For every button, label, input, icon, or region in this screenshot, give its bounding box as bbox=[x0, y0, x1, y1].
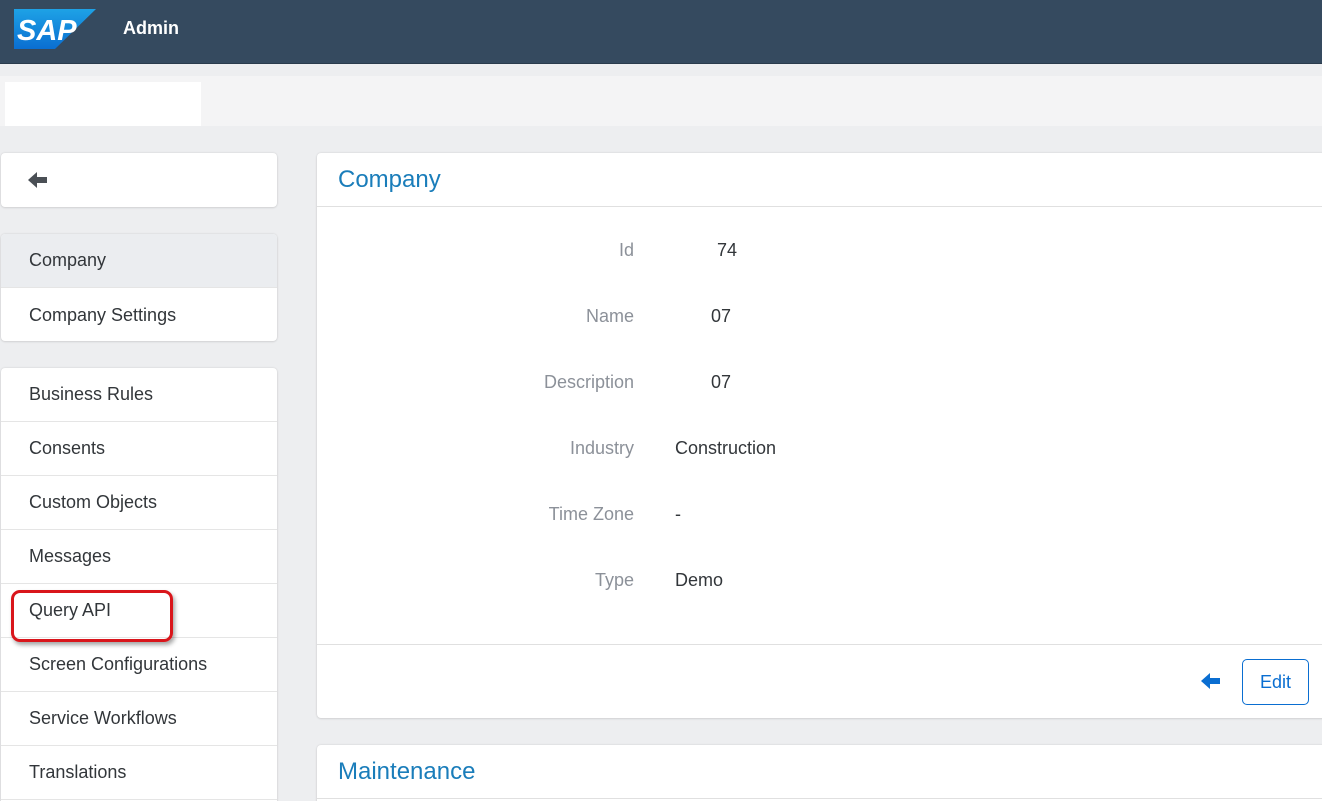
field-value-industry: Construction bbox=[675, 438, 777, 458]
nav-item-label: Business Rules bbox=[29, 384, 154, 404]
nav-item-label: Consents bbox=[29, 438, 106, 458]
nav-group-company: Company Company Settings bbox=[1, 234, 277, 341]
sub-header bbox=[0, 76, 1322, 126]
nav-item-label: Translations bbox=[29, 762, 127, 782]
field-value-time-zone: - bbox=[675, 504, 681, 524]
nav-group-tools: Business Rules Consents Custom Objects M… bbox=[1, 368, 277, 801]
nav-item-label: Query API bbox=[29, 600, 112, 620]
company-panel: Company Id 74 Name 07 Description 07 Ind… bbox=[317, 153, 1322, 718]
field-label-industry: Industry bbox=[569, 438, 634, 458]
shell-bar: SAP Admin bbox=[0, 0, 1322, 64]
field-label-id: Id bbox=[618, 240, 634, 260]
nav-item-label: Service Workflows bbox=[29, 708, 177, 728]
nav-item-label: Messages bbox=[29, 546, 112, 566]
nav-item-translations[interactable]: Translations bbox=[1, 746, 277, 800]
divider bbox=[317, 206, 1322, 207]
panel-title: Company bbox=[338, 166, 441, 193]
field-label-description: Description bbox=[543, 372, 634, 392]
nav-item-label: Company bbox=[29, 250, 107, 270]
nav-item-query-api[interactable]: Query API bbox=[1, 584, 277, 638]
nav-item-label: Custom Objects bbox=[29, 492, 158, 512]
nav-item-custom-objects[interactable]: Custom Objects bbox=[1, 476, 277, 530]
divider bbox=[317, 644, 1322, 645]
panel-title: Maintenance bbox=[338, 758, 476, 785]
back-arrow-icon[interactable] bbox=[27, 169, 49, 191]
search-box[interactable] bbox=[5, 82, 201, 126]
back-arrow-icon[interactable] bbox=[1200, 671, 1222, 691]
back-card bbox=[1, 153, 277, 207]
field-value-id: 74 bbox=[717, 240, 738, 260]
nav-item-messages[interactable]: Messages bbox=[1, 530, 277, 584]
maintenance-panel: Maintenance bbox=[317, 745, 1322, 801]
field-label-type: Type bbox=[594, 570, 634, 590]
field-label-time-zone: Time Zone bbox=[548, 504, 634, 524]
app-title: Admin bbox=[123, 18, 179, 38]
sap-logo-text: SAP bbox=[17, 15, 77, 47]
edit-button[interactable]: Edit bbox=[1242, 659, 1309, 705]
field-value-description: 07 bbox=[711, 372, 732, 392]
sap-logo[interactable]: SAP bbox=[14, 9, 96, 49]
field-value-name: 07 bbox=[711, 306, 732, 326]
nav-item-label: Company Settings bbox=[29, 304, 177, 325]
nav-item-label: Screen Configurations bbox=[29, 654, 208, 674]
nav-item-consents[interactable]: Consents bbox=[1, 422, 277, 476]
field-label-name: Name bbox=[585, 306, 634, 326]
nav-item-company[interactable]: Company bbox=[1, 234, 277, 288]
nav-item-company-settings[interactable]: Company Settings bbox=[1, 288, 277, 341]
nav-item-business-rules[interactable]: Business Rules bbox=[1, 368, 277, 422]
nav-item-screen-configurations[interactable]: Screen Configurations bbox=[1, 638, 277, 692]
nav-item-service-workflows[interactable]: Service Workflows bbox=[1, 692, 277, 746]
field-value-type: Demo bbox=[675, 570, 724, 590]
divider bbox=[317, 798, 1322, 799]
